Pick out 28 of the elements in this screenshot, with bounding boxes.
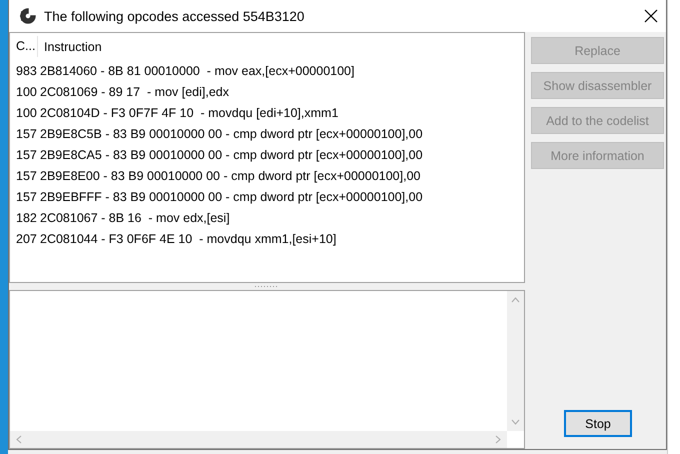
stop-button[interactable]: Stop (564, 410, 632, 437)
instruction-cell-text: 2B9E8C5B - 83 B9 00010000 00 - cmp dword ptr [ecx+00000100],00 (39, 126, 423, 140)
count-cell-text: 207 (15, 232, 38, 246)
column-header[interactable]: C... (10, 36, 38, 57)
count-cell-text: 157 (15, 190, 38, 204)
count-cell-text: 100 (15, 106, 38, 120)
count-cell-text: 182 (15, 210, 38, 224)
instruction-cell-text: 2B9E8E00 - 83 B9 00010000 00 - cmp dword ptr [ecx+00000100],00 (39, 168, 420, 182)
scroll-up-icon[interactable] (511, 297, 520, 303)
count-cell-text: 157 (15, 168, 38, 182)
splitter-grip-icon[interactable] (254, 285, 280, 288)
count-cell-text: 983 (15, 64, 38, 78)
instruction-cell-text: 2B9EBFFF - 83 B9 00010000 00 - cmp dword ptr [ecx+00000100],00 (39, 190, 423, 204)
scroll-left-icon[interactable] (16, 435, 22, 444)
instruction-cell-text: 2B9E8CA5 - 83 B9 00010000 00 - cmp dword ptr [ecx+00000100],00 (39, 148, 423, 162)
close-icon[interactable] (644, 9, 658, 23)
instruction-cell-text: 2C081069 - 89 17 - mov [edi],edx (39, 84, 230, 98)
column-header[interactable]: Instruction (38, 40, 102, 54)
instruction-cell-text: 2B814060 - 8B 81 00010000 - mov eax,[ecx+00000100] (39, 64, 354, 78)
count-cell-text: 100 (15, 84, 38, 98)
scroll-right-icon[interactable] (495, 435, 501, 444)
window-title: The following opcodes accessed 554B3120 (44, 8, 306, 24)
count-cell-text: 157 (15, 126, 38, 140)
count-cell-text: 157 (15, 148, 38, 162)
instruction-cell-text: 2C081044 - F3 0F6F 4E 10 - movdqu xmm1,[esi+10] (39, 232, 336, 246)
scroll-down-icon[interactable] (511, 419, 520, 425)
instruction-cell-text: 2C081067 - 8B 16 - mov edx,[esi] (39, 210, 230, 224)
instruction-cell-text: 2C08104D - F3 0F7F 4F 10 - movdqu [edi+10],xmm1 (39, 106, 338, 120)
